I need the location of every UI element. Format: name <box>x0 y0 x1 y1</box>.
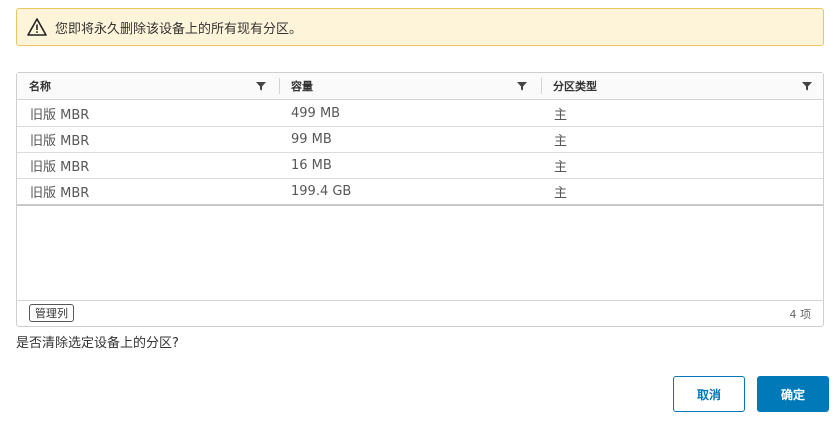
manage-columns-button[interactable]: 管理列 <box>29 304 74 322</box>
table-row[interactable]: 旧版 MBR 499 MB 主 <box>17 100 823 127</box>
partition-grid: 名称 容量 分区类型 旧版 MBR 499 MB 主 旧版 MBR 99 MB … <box>16 72 824 327</box>
confirm-question: 是否清除选定设备上的分区? <box>16 336 179 351</box>
column-header-partition-type[interactable]: 分区类型 <box>541 73 823 99</box>
cell-partition-type: 主 <box>554 159 568 175</box>
item-count: 4 项 <box>789 308 812 321</box>
cell-capacity: 16 MB <box>291 157 332 173</box>
cell-name: 旧版 MBR <box>30 159 90 175</box>
table-row[interactable]: 旧版 MBR 199.4 GB 主 <box>17 178 823 206</box>
filter-icon[interactable] <box>256 81 266 91</box>
warning-alert: 您即将永久删除该设备上的所有现有分区。 <box>16 8 824 46</box>
cell-name: 旧版 MBR <box>30 107 90 123</box>
ok-button[interactable]: 确定 <box>757 376 829 412</box>
table-row[interactable]: 旧版 MBR 99 MB 主 <box>17 126 823 153</box>
cell-name: 旧版 MBR <box>30 133 90 149</box>
cell-capacity: 99 MB <box>291 131 332 147</box>
cell-capacity: 499 MB <box>291 105 341 121</box>
cell-partition-type: 主 <box>554 107 568 123</box>
column-header-capacity[interactable]: 容量 <box>279 73 542 99</box>
cell-partition-type: 主 <box>554 133 568 149</box>
warning-icon <box>27 17 47 37</box>
cell-name: 旧版 MBR <box>30 185 90 201</box>
cell-partition-type: 主 <box>554 185 568 201</box>
grid-header: 名称 容量 分区类型 <box>17 73 823 100</box>
cancel-button[interactable]: 取消 <box>673 376 745 412</box>
table-row[interactable]: 旧版 MBR 16 MB 主 <box>17 152 823 179</box>
column-header-label: 容量 <box>291 80 313 93</box>
grid-footer: 管理列 4 项 <box>17 300 823 326</box>
column-header-label: 分区类型 <box>553 80 597 93</box>
filter-icon[interactable] <box>802 81 812 91</box>
filter-icon[interactable] <box>517 81 527 91</box>
column-header-name[interactable]: 名称 <box>17 73 279 99</box>
column-header-label: 名称 <box>29 80 51 93</box>
cell-capacity: 199.4 GB <box>291 183 352 199</box>
warning-message: 您即将永久删除该设备上的所有现有分区。 <box>55 21 303 37</box>
